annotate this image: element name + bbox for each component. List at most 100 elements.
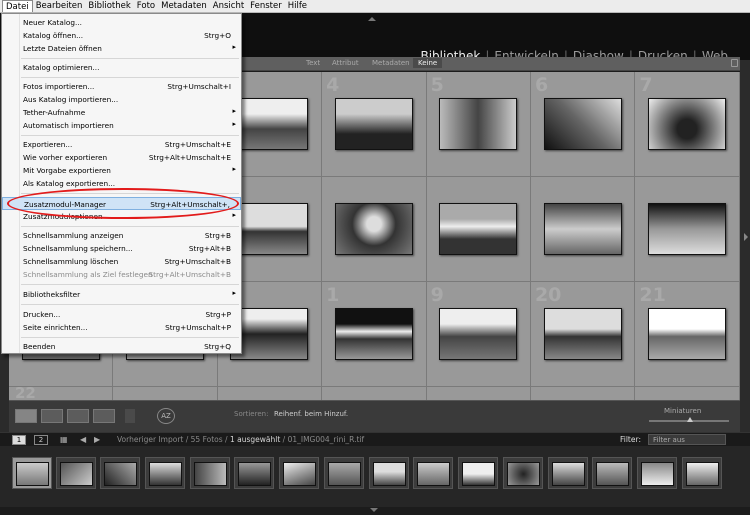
forward-arrow-icon[interactable]: ▶ — [94, 435, 100, 444]
menu-ansicht[interactable]: Ansicht — [210, 0, 247, 12]
grid-cell[interactable] — [113, 387, 218, 400]
filmstrip-thumbnail[interactable] — [234, 457, 274, 489]
filmstrip-thumbnail[interactable] — [503, 457, 543, 489]
grid-cell[interactable] — [530, 177, 636, 282]
menu-foto[interactable]: Foto — [134, 0, 158, 12]
compare-view-button[interactable] — [67, 409, 89, 423]
filmstrip-thumbnail[interactable] — [190, 457, 230, 489]
filter-attribut[interactable]: Attribut — [327, 58, 364, 68]
grid-cell[interactable]: 7 — [635, 72, 740, 177]
expand-right-panel-icon[interactable] — [744, 233, 748, 241]
photo-thumbnail[interactable] — [543, 308, 622, 360]
menu-item-mit-vorgabe-exportieren[interactable]: Mit Vorgabe exportieren ▸ — [2, 164, 241, 177]
photo-thumbnail[interactable] — [543, 203, 622, 255]
grid-cell[interactable]: 21 — [635, 282, 740, 387]
photo-thumbnail[interactable] — [334, 203, 413, 255]
photo-thumbnail[interactable] — [230, 308, 309, 360]
grid-cell[interactable] — [426, 177, 531, 282]
right-panel-collapsed[interactable] — [740, 60, 750, 455]
menu-item-katalog-optimieren[interactable]: Katalog optimieren... — [2, 61, 241, 74]
menu-bearbeiten[interactable]: Bearbeiten — [33, 0, 86, 12]
source-path[interactable]: Vorheriger Import / 55 Fotos / 1 ausgewä… — [117, 435, 364, 444]
grid-cell[interactable]: 20 — [530, 282, 636, 387]
menu-fenster[interactable]: Fenster — [247, 0, 285, 12]
grid-cell[interactable] — [635, 177, 740, 282]
menu-item-aus-katalog-importieren[interactable]: Aus Katalog importieren... — [2, 93, 241, 106]
photo-thumbnail[interactable] — [543, 98, 622, 150]
grid-cell[interactable]: 4 — [322, 72, 427, 177]
menu-hilfe[interactable]: Hilfe — [285, 0, 310, 12]
filmstrip-thumbnail[interactable] — [145, 457, 185, 489]
page-button-1[interactable]: 1 — [12, 435, 26, 445]
photo-thumbnail[interactable] — [230, 203, 309, 255]
grid-cell[interactable] — [426, 387, 531, 400]
menu-metadaten[interactable]: Metadaten — [158, 0, 210, 12]
photo-thumbnail[interactable] — [439, 308, 518, 360]
photo-thumbnail[interactable] — [648, 308, 727, 360]
filmstrip-thumbnail[interactable] — [592, 457, 632, 489]
menu-item-letzte-dateien[interactable]: Letzte Dateien öffnen ▸ — [2, 42, 241, 55]
collapse-bottom-arrow-icon[interactable] — [370, 508, 378, 512]
grid-icon[interactable]: ▦ — [60, 435, 68, 444]
spray-can-icon[interactable] — [125, 409, 135, 423]
filmstrip-thumbnail[interactable] — [637, 457, 677, 489]
filmstrip-thumbnail[interactable] — [279, 457, 319, 489]
grid-cell[interactable]: 22 — [9, 384, 114, 402]
back-arrow-icon[interactable]: ◀ — [80, 435, 86, 444]
menu-datei[interactable]: Datei — [2, 0, 33, 12]
grid-cell[interactable]: 1 — [322, 282, 427, 387]
photo-thumbnail[interactable] — [334, 98, 413, 150]
sort-select[interactable]: Reihenf. beim Hinzuf. — [274, 410, 348, 418]
page-button-2[interactable]: 2 — [34, 435, 48, 445]
grid-cell[interactable] — [322, 387, 427, 400]
menu-item-exportieren[interactable]: Exportieren... Strg+Umschalt+E — [2, 138, 241, 151]
thumbnail-size-slider-knob[interactable] — [687, 417, 693, 422]
menu-item-schnellsammlung-speichern[interactable]: Schnellsammlung speichern... Strg+Alt+B — [2, 242, 241, 255]
menu-item-bibliotheksfilter[interactable]: Bibliotheksfilter ▸ — [2, 288, 241, 301]
lock-icon[interactable] — [731, 59, 738, 67]
grid-cell[interactable] — [322, 177, 427, 282]
photo-thumbnail[interactable] — [439, 203, 518, 255]
filmstrip-thumbnail[interactable] — [12, 457, 52, 489]
filmstrip-thumbnail[interactable] — [56, 457, 96, 489]
filmstrip-thumbnail[interactable] — [413, 457, 453, 489]
filmstrip-thumbnail[interactable] — [324, 457, 364, 489]
photo-thumbnail[interactable] — [334, 308, 413, 360]
filter-select[interactable]: Filter aus — [648, 434, 726, 445]
filter-text[interactable]: Text — [301, 58, 325, 68]
menu-item-neuer-katalog[interactable]: Neuer Katalog... — [2, 16, 241, 29]
grid-cell[interactable] — [635, 387, 740, 400]
menu-item-beenden[interactable]: Beenden Strg+Q — [2, 340, 241, 353]
menu-item-wie-vorher-exportieren[interactable]: Wie vorher exportieren Strg+Alt+Umschalt+… — [2, 151, 241, 164]
menu-item-schnellsammlung-anzeigen[interactable]: Schnellsammlung anzeigen Strg+B — [2, 229, 241, 242]
grid-cell[interactable]: 5 — [426, 72, 531, 177]
grid-cell[interactable] — [530, 387, 636, 400]
grid-cell[interactable] — [217, 387, 323, 400]
menu-item-automatisch-importieren[interactable]: Automatisch importieren ▸ — [2, 119, 241, 132]
collapse-top-arrow-icon[interactable] — [368, 17, 376, 21]
photo-thumbnail[interactable] — [648, 203, 727, 255]
menu-item-fotos-importieren[interactable]: Fotos importieren... Strg+Umschalt+I — [2, 80, 241, 93]
menu-bibliothek[interactable]: Bibliothek — [85, 0, 133, 12]
filmstrip-thumbnail[interactable] — [100, 457, 140, 489]
filter-metadaten[interactable]: Metadaten — [367, 58, 415, 68]
filmstrip-thumbnail[interactable] — [682, 457, 722, 489]
filmstrip-thumbnail[interactable] — [548, 457, 588, 489]
grid-view-button[interactable] — [15, 409, 37, 423]
menu-item-schnellsammlung-loeschen[interactable]: Schnellsammlung löschen Strg+Umschalt+B — [2, 255, 241, 268]
photo-thumbnail[interactable] — [648, 98, 727, 150]
menu-item-seite-einrichten[interactable]: Seite einrichten... Strg+Umschalt+P — [2, 321, 241, 334]
sort-direction-icon[interactable]: AZ — [157, 408, 175, 424]
grid-cell[interactable]: 6 — [530, 72, 636, 177]
menu-item-drucken[interactable]: Drucken... Strg+P — [2, 308, 241, 321]
grid-cell[interactable]: 9 — [426, 282, 531, 387]
filmstrip-thumbnail[interactable] — [369, 457, 409, 489]
photo-thumbnail[interactable] — [439, 98, 518, 150]
menu-item-katalog-oeffnen[interactable]: Katalog öffnen... Strg+O — [2, 29, 241, 42]
loupe-view-button[interactable] — [41, 409, 63, 423]
photo-thumbnail[interactable] — [230, 98, 309, 150]
menu-item-tether-aufnahme[interactable]: Tether-Aufnahme ▸ — [2, 106, 241, 119]
filmstrip-thumbnail[interactable] — [458, 457, 498, 489]
filter-keine[interactable]: Keine — [413, 58, 443, 68]
survey-view-button[interactable] — [93, 409, 115, 423]
